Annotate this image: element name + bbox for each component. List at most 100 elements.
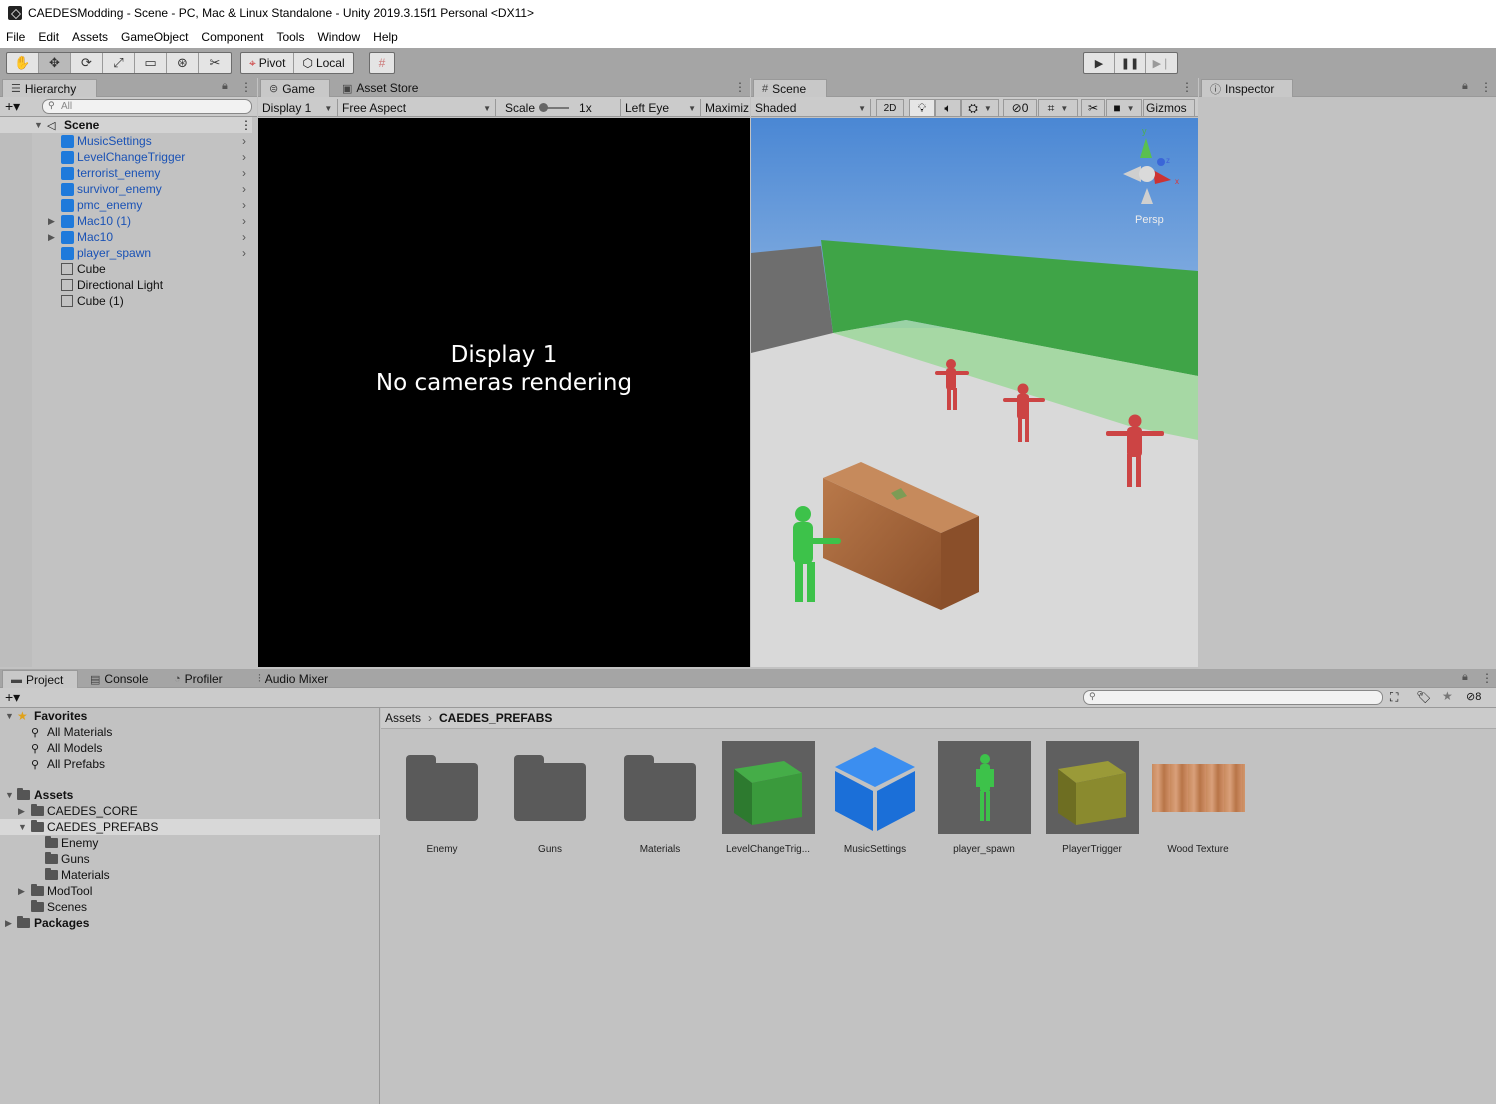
scale-tool-button[interactable]: ⤢ xyxy=(103,53,135,73)
label-icon[interactable]: 🏷︎ xyxy=(1416,690,1431,704)
packages-row[interactable]: ▶ Packages xyxy=(0,915,380,931)
scale-slider-track[interactable] xyxy=(539,103,570,112)
asset-tile[interactable]: player_spawn xyxy=(936,741,1032,861)
tree-folder[interactable]: Guns xyxy=(0,851,380,867)
transform-tool-button[interactable]: ⊛ xyxy=(167,53,199,73)
menu-help[interactable]: Help xyxy=(373,30,398,44)
chevron-right-icon[interactable]: › xyxy=(242,134,246,148)
move-tool-button[interactable]: ✥ xyxy=(39,53,71,73)
menu-window[interactable]: Window xyxy=(317,30,360,44)
hierarchy-item[interactable]: LevelChangeTrigger › xyxy=(0,149,252,165)
camera-dropdown[interactable]: ■ ▼ xyxy=(1106,99,1142,117)
breadcrumb-current[interactable]: CAEDES_PREFABS xyxy=(439,711,552,725)
star-icon[interactable]: ★ xyxy=(1442,689,1453,703)
hierarchy-item[interactable]: Directional Light xyxy=(0,277,252,293)
gizmos-dropdown[interactable]: Gizmos xyxy=(1143,99,1195,117)
hierarchy-item[interactable]: MusicSettings › xyxy=(0,133,252,149)
scene-kebab-icon[interactable]: ⋮ xyxy=(1181,80,1193,94)
asset-tile[interactable]: Materials xyxy=(612,741,708,861)
hierarchy-item[interactable]: survivor_enemy › xyxy=(0,181,252,197)
chevron-right-icon[interactable]: › xyxy=(242,214,246,228)
tree-folder[interactable]: Scenes xyxy=(0,899,380,915)
tree-folder[interactable]: ▶ CAEDES_CORE xyxy=(0,803,380,819)
menu-edit[interactable]: Edit xyxy=(38,30,59,44)
scene-kebab-icon[interactable]: ⋮ xyxy=(240,118,252,132)
scene-render[interactable]: y z x Persp xyxy=(751,118,1198,667)
favorite-item[interactable]: ⚲ All Materials xyxy=(0,724,380,740)
add-icon[interactable]: +▾ xyxy=(5,689,20,706)
step-button[interactable]: ▶❘ xyxy=(1146,53,1177,73)
add-icon[interactable]: +▾ xyxy=(5,98,20,115)
hierarchy-item[interactable]: terrorist_enemy › xyxy=(0,165,252,181)
hidden-packages-toggle[interactable]: ⊘8 xyxy=(1466,690,1481,703)
scene-row[interactable]: ▼ ◁ Scene ⋮ xyxy=(0,117,252,133)
rect-tool-button[interactable]: ▭ xyxy=(135,53,167,73)
hierarchy-item[interactable]: ▶ Mac10 (1) › xyxy=(0,213,252,229)
game-kebab-icon[interactable]: ⋮ xyxy=(734,80,746,94)
tab-scene[interactable]: # Scene xyxy=(753,79,827,97)
chevron-right-icon[interactable]: › xyxy=(242,166,246,180)
pivot-button[interactable]: ⌖ Pivot xyxy=(241,53,295,73)
maximize-toggle[interactable]: Maximiz xyxy=(700,99,750,117)
tab-profiler[interactable]: ◔ Profiler xyxy=(166,670,231,688)
play-button[interactable]: ▶ xyxy=(1084,53,1115,73)
fold-right-icon[interactable]: ▶ xyxy=(18,886,25,897)
hierarchy-item[interactable]: Cube (1) xyxy=(0,293,252,309)
grid-snap-button[interactable]: # xyxy=(369,52,395,74)
2d-toggle[interactable]: 2D xyxy=(876,99,904,117)
pause-button[interactable]: ❚❚ xyxy=(1115,53,1146,73)
assets-root-row[interactable]: ▼ Assets xyxy=(0,787,380,803)
asset-tile[interactable]: LevelChangeTrig... xyxy=(720,741,816,861)
hand-tool-button[interactable]: ✋ xyxy=(7,53,39,73)
tab-project[interactable]: ▬ Project xyxy=(2,670,78,688)
lock-icon[interactable]: 🔒︎ xyxy=(222,80,228,93)
hidden-objects-toggle[interactable]: ⊘ 0 xyxy=(1003,99,1037,117)
rotate-tool-button[interactable]: ⟳ xyxy=(71,53,103,73)
eye-dropdown[interactable]: Left Eye ▼ xyxy=(620,99,700,117)
tree-folder[interactable]: Materials xyxy=(0,867,380,883)
local-button[interactable]: ⬡ Local xyxy=(294,53,352,73)
menu-file[interactable]: File xyxy=(6,30,25,44)
menu-tools[interactable]: Tools xyxy=(276,30,304,44)
scale-slider[interactable]: Scale 1x xyxy=(501,99,619,117)
fold-right-icon[interactable]: ▶ xyxy=(18,806,25,817)
tree-folder[interactable]: Enemy xyxy=(0,835,380,851)
effects-dropdown[interactable]: ⛭ ▼ xyxy=(961,99,999,117)
chevron-right-icon[interactable]: › xyxy=(242,198,246,212)
hierarchy-item[interactable]: Cube xyxy=(0,261,252,277)
lock-icon[interactable]: 🔒︎ xyxy=(1462,80,1468,93)
tab-game[interactable]: ⊜ Game xyxy=(260,79,330,97)
filter-type-icon[interactable]: ⛶ xyxy=(1390,690,1398,705)
tree-folder[interactable]: ▼ CAEDES_PREFABS xyxy=(0,819,380,835)
menu-component[interactable]: Component xyxy=(201,30,263,44)
fold-right-icon[interactable]: ▶ xyxy=(48,216,55,227)
project-search-input[interactable]: ⚲ xyxy=(1083,690,1383,705)
tab-asset-store[interactable]: ▣ Asset Store xyxy=(334,79,426,97)
asset-tile[interactable]: PlayerTrigger xyxy=(1044,741,1140,861)
chevron-right-icon[interactable]: › xyxy=(242,246,246,260)
tab-inspector[interactable]: ⓘ Inspector xyxy=(1201,79,1293,97)
tree-folder[interactable]: ▶ ModTool xyxy=(0,883,380,899)
fold-right-icon[interactable]: ▶ xyxy=(48,232,55,243)
game-viewport[interactable]: Display 1 No cameras rendering xyxy=(258,118,750,667)
kebab-menu-icon[interactable]: ⋮ xyxy=(240,80,252,94)
favorite-item[interactable]: ⚲ All Models xyxy=(0,740,380,756)
hierarchy-item[interactable]: ▶ Mac10 › xyxy=(0,229,252,245)
project-kebab-icon[interactable]: ⋮ xyxy=(1481,671,1493,685)
lighting-toggle[interactable]: 💡︎ xyxy=(909,99,935,117)
asset-tile[interactable]: Guns xyxy=(502,741,598,861)
chevron-right-icon[interactable]: › xyxy=(242,182,246,196)
tab-hierarchy[interactable]: ☰ Hierarchy xyxy=(2,79,97,97)
shading-dropdown[interactable]: Shaded ▼ xyxy=(751,99,871,117)
custom-tool-button[interactable]: ✂ xyxy=(199,53,231,73)
hierarchy-item[interactable]: pmc_enemy › xyxy=(0,197,252,213)
menu-gameobject[interactable]: GameObject xyxy=(121,30,188,44)
tools-toggle[interactable]: ✂ xyxy=(1081,99,1105,117)
aspect-dropdown[interactable]: Free Aspect ▼ xyxy=(338,99,496,117)
tab-console[interactable]: ▤ Console xyxy=(82,670,156,688)
asset-tile[interactable]: MusicSettings xyxy=(827,741,923,861)
hierarchy-item[interactable]: player_spawn › xyxy=(0,245,252,261)
asset-tile[interactable]: Enemy xyxy=(394,741,490,861)
audio-toggle[interactable]: 🔈︎ xyxy=(935,99,961,117)
inspector-kebab-icon[interactable]: ⋮ xyxy=(1480,80,1492,94)
